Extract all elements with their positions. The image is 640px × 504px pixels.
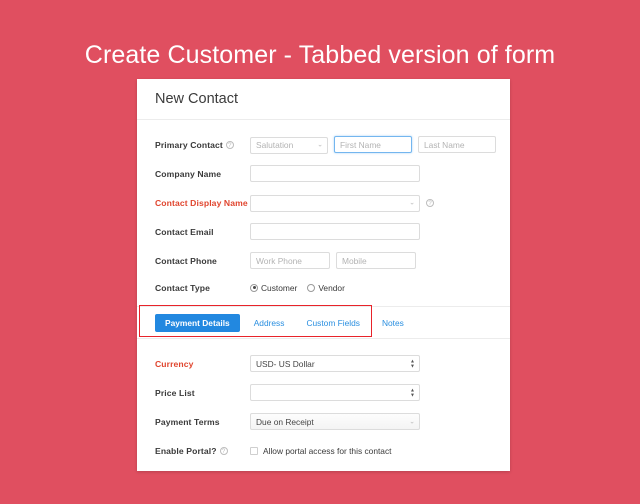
label-price-list: Price List	[155, 388, 250, 398]
label-contact-display-name-text: Contact Display Name	[155, 197, 248, 208]
label-payment-terms-text: Payment Terms	[155, 416, 220, 427]
label-price-list-text: Price List	[155, 387, 195, 398]
page-title: Create Customer - Tabbed version of form	[84, 40, 556, 69]
card-header: New Contact	[137, 79, 510, 120]
label-contact-display-name: Contact Display Name	[155, 198, 250, 208]
field-row-payment-terms: Payment Terms Due on Receipt ⌄	[155, 411, 492, 432]
field-row-contact-email: Contact Email	[155, 221, 492, 242]
label-primary-contact: Primary Contact ?	[155, 140, 250, 150]
label-company-name-text: Company Name	[155, 168, 222, 179]
tab-notes[interactable]: Notes	[374, 314, 412, 332]
help-circle-icon[interactable]: ?	[225, 140, 234, 149]
price-list-select-wrap[interactable]: ▲ ▼	[250, 384, 420, 401]
new-contact-card: New Contact Primary Contact ? ⌄ Company …	[137, 79, 510, 471]
payment-terms-select-wrap[interactable]: Due on Receipt ⌄	[250, 413, 420, 430]
label-contact-email: Contact Email	[155, 227, 250, 237]
field-row-primary-contact: Primary Contact ? ⌄	[155, 134, 496, 155]
company-name-input[interactable]	[250, 165, 420, 182]
label-contact-type-text: Contact Type	[155, 282, 210, 293]
field-row-contact-type: Contact Type Customer Vendor	[155, 277, 492, 298]
label-contact-email-text: Contact Email	[155, 226, 214, 237]
radio-icon-vendor[interactable]	[307, 283, 316, 292]
salutation-select[interactable]	[250, 136, 328, 154]
radio-option-customer[interactable]: Customer	[250, 283, 297, 293]
label-company-name: Company Name	[155, 169, 250, 179]
help-circle-icon[interactable]: ?	[219, 446, 228, 455]
currency-select-wrap[interactable]: USD- US Dollar ▲ ▼	[250, 355, 420, 372]
label-enable-portal-text: Enable Portal?	[155, 445, 217, 456]
contact-type-fields: Customer Vendor	[250, 283, 492, 293]
currency-fields: USD- US Dollar ▲ ▼	[250, 355, 492, 372]
label-primary-contact-text: Primary Contact	[155, 139, 223, 150]
enable-portal-fields: Allow portal access for this contact	[250, 446, 492, 456]
tab-list: Payment Details Address Custom Fields No…	[137, 307, 510, 338]
contact-form: Primary Contact ? ⌄ Company Name	[137, 120, 510, 471]
mobile-phone-input[interactable]	[336, 252, 416, 269]
card-header-title: New Contact	[155, 91, 239, 107]
first-name-input[interactable]	[334, 136, 412, 153]
field-row-enable-portal: Enable Portal? ? Allow portal access for…	[155, 440, 492, 461]
tab-payment-details[interactable]: Payment Details	[155, 313, 240, 332]
checkbox-icon-allow-portal[interactable]	[250, 446, 258, 455]
label-contact-phone-text: Contact Phone	[155, 255, 217, 266]
label-enable-portal: Enable Portal? ?	[155, 446, 250, 456]
contact-display-name-select-wrap[interactable]: ⌄	[250, 193, 420, 212]
payment-terms-select[interactable]: Due on Receipt	[250, 413, 420, 430]
price-list-select[interactable]	[250, 384, 420, 401]
tab-custom-fields[interactable]: Custom Fields	[298, 314, 368, 332]
company-name-fields	[250, 165, 492, 182]
label-payment-terms: Payment Terms	[155, 417, 250, 427]
contact-type-radio-group: Customer Vendor	[250, 283, 345, 293]
field-row-company-name: Company Name	[155, 163, 492, 184]
field-row-contact-display-name: Contact Display Name ⌄ ?	[155, 192, 492, 213]
primary-contact-fields: ⌄	[250, 135, 496, 154]
allow-portal-access-checkbox-row[interactable]: Allow portal access for this contact	[250, 446, 391, 456]
radio-label-customer: Customer	[261, 282, 298, 293]
label-currency-text: Currency	[155, 358, 194, 369]
payment-terms-fields: Due on Receipt ⌄	[250, 413, 492, 430]
contact-email-fields	[250, 223, 492, 240]
contact-phone-fields	[250, 252, 492, 269]
radio-icon-customer[interactable]	[250, 283, 258, 292]
last-name-input[interactable]	[418, 136, 496, 153]
field-row-contact-phone: Contact Phone	[155, 250, 492, 271]
contact-display-name-fields: ⌄ ?	[250, 193, 492, 212]
contact-email-input[interactable]	[250, 223, 420, 240]
label-contact-type: Contact Type	[155, 283, 250, 293]
tab-bar: Payment Details Address Custom Fields No…	[137, 305, 510, 339]
help-circle-icon[interactable]: ?	[426, 198, 434, 207]
allow-portal-access-label: Allow portal access for this contact	[263, 445, 392, 456]
label-contact-phone: Contact Phone	[155, 256, 250, 266]
field-row-price-list: Price List ▲ ▼	[155, 382, 492, 403]
tab-address[interactable]: Address	[246, 314, 293, 332]
label-currency: Currency	[155, 359, 250, 369]
work-phone-input[interactable]	[250, 252, 330, 269]
payment-details-panel: Currency USD- US Dollar ▲ ▼ Price List ▲…	[155, 339, 492, 471]
currency-select[interactable]: USD- US Dollar	[250, 355, 420, 372]
radio-option-vendor[interactable]: Vendor	[307, 283, 345, 293]
field-row-currency: Currency USD- US Dollar ▲ ▼	[155, 353, 492, 374]
radio-label-vendor: Vendor	[318, 282, 345, 293]
price-list-fields: ▲ ▼	[250, 384, 492, 401]
salutation-select-wrap[interactable]: ⌄	[250, 135, 328, 154]
contact-display-name-select[interactable]	[250, 194, 420, 212]
